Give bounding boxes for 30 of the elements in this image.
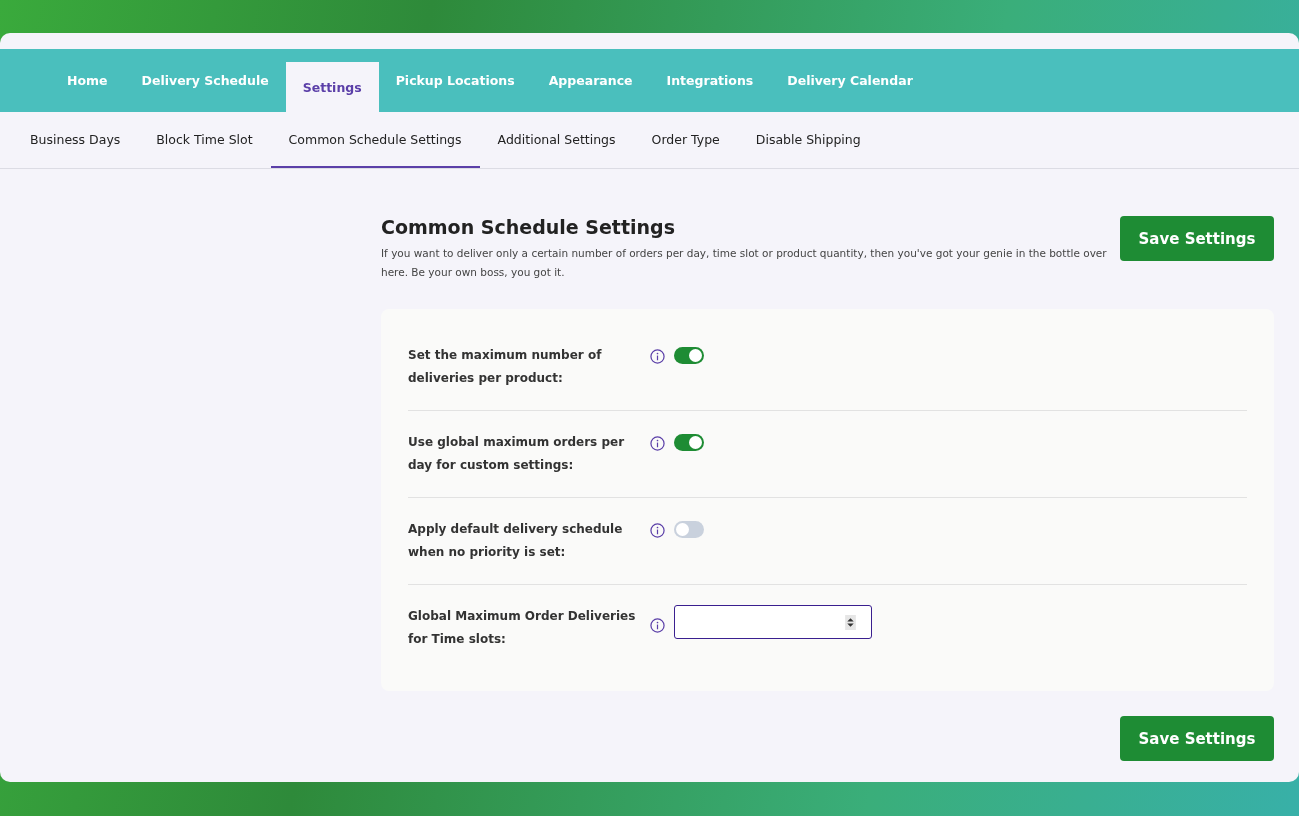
info-icon[interactable]: [650, 523, 665, 538]
info-icon[interactable]: [650, 618, 665, 633]
save-settings-button[interactable]: Save Settings: [1120, 216, 1274, 261]
nav-tab[interactable]: Settings: [285, 62, 379, 112]
info-icon[interactable]: [650, 349, 665, 364]
sub-tab[interactable]: Business Days: [12, 112, 139, 168]
nav-tab[interactable]: Home: [50, 49, 125, 112]
setting-label: Set the maximum number of deliveries per product:: [408, 347, 603, 387]
toggle-switch[interactable]: [674, 434, 704, 451]
setting-label: Global Maximum Order Deliveries for Time slots:: [408, 608, 637, 648]
toggle-switch[interactable]: [674, 347, 704, 364]
save-settings-button[interactable]: Save Settings: [1120, 716, 1274, 761]
setting-label: Apply default delivery schedule when no priority is set:: [408, 521, 624, 561]
spinner-icon[interactable]: [845, 614, 856, 630]
setting-label: Use global maximum orders per day for custom settings:: [408, 434, 626, 474]
page-title: Common Schedule Settings: [381, 216, 676, 238]
number-input-field[interactable]: [674, 605, 872, 639]
nav-tab[interactable]: Delivery Calendar: [770, 49, 930, 112]
nav-tab[interactable]: Pickup Locations: [378, 49, 532, 112]
nav-tab[interactable]: Appearance: [531, 49, 650, 112]
sub-tab[interactable]: Disable Shipping: [737, 112, 879, 168]
sub-tab[interactable]: Additional Settings: [479, 112, 634, 168]
sub-tab[interactable]: Block Time Slot: [138, 112, 271, 168]
sub-tab[interactable]: Common Schedule Settings: [270, 112, 480, 168]
sub-tab[interactable]: Order Type: [633, 112, 738, 168]
page-description: If you want to deliver only a certain number of orders per day, time slot or product quantity, then you've got your genie in the bottle over here. Be your own boss, you got it.: [381, 246, 1108, 280]
info-icon[interactable]: [650, 436, 665, 451]
toggle-switch[interactable]: [674, 521, 704, 538]
nav-tab[interactable]: Integrations: [649, 49, 771, 112]
nav-tab[interactable]: Delivery Schedule: [124, 49, 286, 112]
